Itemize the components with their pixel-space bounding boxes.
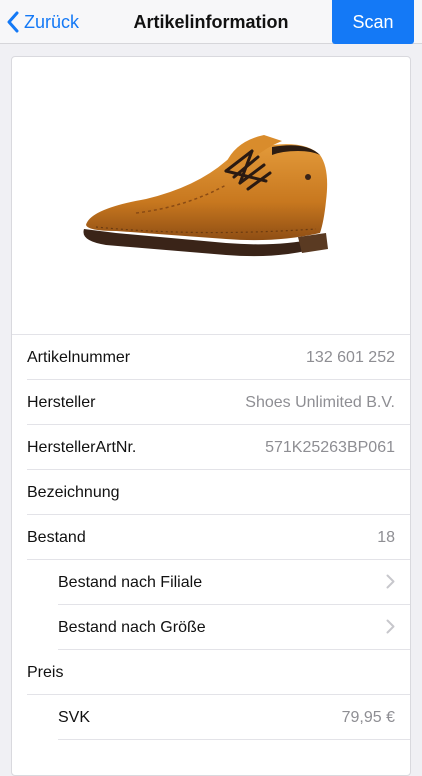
- row-label: Bestand nach Größe: [58, 618, 206, 636]
- row-label: Artikelnummer: [27, 348, 131, 366]
- row-bestand: Bestand 18: [12, 515, 410, 560]
- back-button-label: Zurück: [24, 11, 80, 32]
- product-image-shoe: [83, 134, 328, 256]
- navigation-bar: Zurück Artikelinformation Scan: [0, 0, 422, 44]
- scan-button[interactable]: Scan: [332, 0, 414, 44]
- row-label: Bestand nach Filiale: [58, 573, 203, 591]
- chevron-right-icon: [386, 573, 395, 593]
- row-preis: Preis: [12, 650, 410, 695]
- chevron-right-icon: [386, 618, 395, 638]
- row-value: 132 601 252: [306, 348, 395, 366]
- row-value: Shoes Unlimited B.V.: [245, 393, 395, 411]
- product-image-area: [12, 57, 410, 335]
- row-value: 18: [377, 528, 395, 546]
- row-label: Hersteller: [27, 393, 96, 411]
- row-bestand-nach-filiale[interactable]: Bestand nach Filiale: [12, 560, 410, 605]
- chevron-left-icon: [7, 11, 19, 33]
- row-artikelnummer: Artikelnummer 132 601 252: [12, 335, 410, 380]
- row-label: Bezeichnung: [27, 483, 120, 501]
- row-label: SVK: [58, 708, 91, 726]
- back-button[interactable]: Zurück: [6, 0, 79, 44]
- article-card: Artikelnummer 132 601 252 Hersteller Sho…: [11, 56, 411, 776]
- row-value: 79,95 €: [341, 708, 395, 726]
- row-bezeichnung: Bezeichnung: [12, 470, 410, 515]
- row-label: Preis: [27, 663, 64, 681]
- row-hersteller-art-nr: HerstellerArtNr. 571K25263BP061: [12, 425, 410, 470]
- row-label: HerstellerArtNr.: [27, 438, 137, 456]
- row-svk: SVK 79,95 €: [12, 695, 410, 740]
- row-label: Bestand: [27, 528, 86, 546]
- row-bestand-nach-groesse[interactable]: Bestand nach Größe: [12, 605, 410, 650]
- row-value: 571K25263BP061: [265, 438, 395, 456]
- row-hersteller: Hersteller Shoes Unlimited B.V.: [12, 380, 410, 425]
